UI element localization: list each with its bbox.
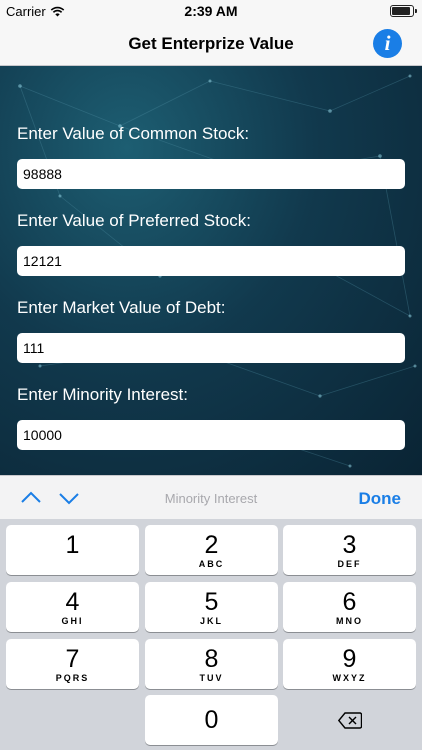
navigation-bar: Get Enterprize Value i xyxy=(0,22,422,66)
done-button[interactable]: Done xyxy=(359,489,402,509)
minority-interest-input[interactable] xyxy=(17,420,405,450)
backspace-icon xyxy=(338,712,362,729)
key-digit: 7 xyxy=(65,645,80,673)
market-debt-label: Enter Market Value of Debt: xyxy=(17,298,226,317)
page-title: Get Enterprize Value xyxy=(128,34,294,53)
status-time: 2:39 AM xyxy=(184,3,238,19)
key-9[interactable]: 9 WXYZ xyxy=(283,639,416,689)
key-letters: WXYZ xyxy=(332,673,367,683)
key-letters: MNO xyxy=(336,616,363,626)
preferred-stock-label: Enter Value of Preferred Stock: xyxy=(17,211,252,230)
delete-key[interactable] xyxy=(283,695,416,745)
preferred-stock-input[interactable] xyxy=(17,246,405,276)
key-letters: TUV xyxy=(199,673,224,683)
info-icon[interactable]: i xyxy=(373,29,402,58)
numeric-keypad: 1 2 ABC 3 DEF 4 GHI 5 JKL 6 MNO 7 PQRS 8… xyxy=(0,519,422,750)
key-4[interactable]: 4 GHI xyxy=(6,582,139,632)
key-5[interactable]: 5 JKL xyxy=(145,582,278,632)
key-digit: 8 xyxy=(204,645,219,673)
key-digit: 5 xyxy=(204,588,219,616)
key-1[interactable]: 1 xyxy=(6,525,139,575)
key-digit: 4 xyxy=(65,588,80,616)
form-area: Enter Value of Common Stock: Enter Value… xyxy=(0,66,422,475)
minority-interest-label: Enter Minority Interest: xyxy=(17,385,189,404)
common-stock-label: Enter Value of Common Stock: xyxy=(17,124,250,143)
key-0[interactable]: 0 xyxy=(145,695,278,745)
keyboard-toolbar: Minority Interest Done xyxy=(0,475,422,519)
market-debt-input[interactable] xyxy=(17,333,405,363)
key-6[interactable]: 6 MNO xyxy=(283,582,416,632)
key-digit: 3 xyxy=(342,531,357,559)
key-digit: 2 xyxy=(204,531,219,559)
battery-icon xyxy=(390,5,417,17)
key-letters: JKL xyxy=(199,616,223,626)
key-8[interactable]: 8 TUV xyxy=(145,639,278,689)
key-3[interactable]: 3 DEF xyxy=(283,525,416,575)
key-7[interactable]: 7 PQRS xyxy=(6,639,139,689)
key-letters: DEF xyxy=(337,559,362,569)
key-letters: PQRS xyxy=(55,673,90,683)
key-digit: 9 xyxy=(342,645,357,673)
common-stock-input[interactable] xyxy=(17,159,405,189)
key-digit: 0 xyxy=(204,706,219,734)
key-digit: 6 xyxy=(342,588,357,616)
key-letters: ABC xyxy=(198,559,225,569)
status-bar: Carrier 2:39 AM xyxy=(0,0,422,22)
key-digit: 1 xyxy=(65,531,80,559)
key-2[interactable]: 2 ABC xyxy=(145,525,278,575)
key-letters: GHI xyxy=(61,616,84,626)
